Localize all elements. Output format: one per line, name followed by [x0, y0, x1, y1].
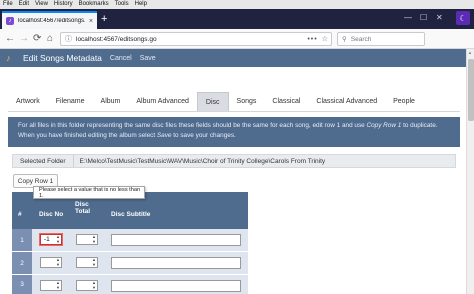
stepper-arrows-icon[interactable]: ▲ ▼	[56, 280, 60, 290]
scroll-up-icon[interactable]: ▲	[468, 50, 472, 55]
tab-artwork[interactable]: Artwork	[8, 92, 48, 111]
search-placeholder: Search	[350, 35, 372, 43]
tab-classical[interactable]: Classical	[264, 92, 308, 111]
url-bar[interactable]: ⓘ localhost:4567/editsongs.go ••• ☆	[60, 32, 332, 46]
row-number: 1	[12, 229, 32, 251]
app-logo-icon: ♪	[6, 52, 11, 63]
search-box[interactable]: ⚲ Search	[337, 32, 425, 46]
row-number: 3	[12, 275, 32, 294]
menu-help[interactable]: Help	[135, 0, 147, 9]
disc-no-stepper[interactable]: -1 ▲ ▼	[40, 234, 62, 245]
stepper-arrows-icon[interactable]: ▲ ▼	[56, 257, 60, 267]
col-header-disc-total: Disc Total	[75, 201, 90, 215]
row-body: ▲ ▼ ▲ ▼	[32, 275, 248, 294]
search-icon: ⚲	[342, 36, 347, 43]
info-text: to save your changes.	[171, 132, 236, 139]
col-header-disc-subtitle: Disc Subtitle	[111, 211, 151, 218]
validation-tooltip: Please select a value that is no less th…	[33, 186, 145, 199]
col-header-disc-no: Disc No	[39, 211, 64, 218]
url-text[interactable]: localhost:4567/editsongs.go	[76, 36, 303, 43]
save-button[interactable]: Save	[140, 55, 156, 62]
browser-tab-strip: ♪ localhost:4567/editsongs.go × + — ☐ ✕	[0, 9, 474, 29]
table-row: 2 ▲ ▼ ▲ ▼	[12, 252, 248, 274]
disc-total-stepper[interactable]: ▲ ▼	[76, 280, 98, 291]
tab-people[interactable]: People	[385, 92, 423, 111]
selected-folder-path: E:\Melco\TestMusic\TestMusic\WAV\Music\C…	[79, 157, 326, 165]
site-info-icon[interactable]: ⓘ	[65, 34, 72, 44]
browser-tab-title: localhost:4567/editsongs.go	[18, 18, 85, 24]
metadata-tabs: Artwork Filename Album Album Advanced Di…	[8, 92, 460, 112]
new-tab-icon[interactable]: +	[101, 12, 107, 26]
menu-bar: File Edit View History Bookmarks Tools H…	[0, 0, 474, 9]
browser-tab[interactable]: ♪ localhost:4567/editsongs.go ×	[2, 11, 97, 29]
window-minimize-icon[interactable]: —	[404, 13, 412, 22]
selected-folder-row: Selected Folder E:\Melco\TestMusic\TestM…	[12, 154, 456, 168]
row-body: ▲ ▼ ▲ ▼	[32, 252, 248, 274]
menu-bookmarks[interactable]: Bookmarks	[79, 0, 109, 9]
stepper-arrows-icon[interactable]: ▲ ▼	[56, 234, 60, 244]
menu-tools[interactable]: Tools	[115, 0, 129, 9]
menu-edit[interactable]: Edit	[19, 0, 29, 9]
tab-disc[interactable]: Disc	[196, 92, 229, 111]
selected-folder-label: Selected Folder	[13, 155, 74, 167]
page-actions-icon[interactable]: •••	[307, 36, 317, 43]
cancel-button[interactable]: Cancel	[110, 55, 132, 62]
disc-subtitle-input[interactable]	[111, 257, 241, 269]
home-icon[interactable]: ⌂	[47, 32, 53, 46]
scrollbar-thumb[interactable]	[468, 59, 474, 121]
forward-icon[interactable]: →	[19, 32, 29, 46]
tab-classical-advanced[interactable]: Classical Advanced	[308, 92, 385, 111]
tab-album-advanced[interactable]: Album Advanced	[128, 92, 197, 111]
page-content: Artwork Filename Album Album Advanced Di…	[0, 67, 466, 294]
disc-table: # Disc No Disc Total Disc Subtitle 1 -1 …	[12, 192, 248, 294]
info-text: When you have finished editing the album…	[18, 132, 157, 139]
extension-icon[interactable]: ☾	[456, 11, 470, 25]
menu-file[interactable]: File	[3, 0, 13, 9]
col-header-disc-total-line2: Total	[75, 208, 91, 215]
disc-no-value: -1	[44, 236, 50, 243]
disc-subtitle-input[interactable]	[111, 234, 241, 246]
page-title: Edit Songs Metadata	[23, 53, 102, 63]
app-header: ♪ Edit Songs Metadata Cancel Save	[0, 49, 466, 67]
tab-close-icon[interactable]: ×	[89, 18, 97, 25]
back-icon[interactable]: ←	[5, 32, 15, 46]
info-message: For all files in this folder representin…	[8, 117, 460, 147]
stepper-arrows-icon[interactable]: ▲ ▼	[92, 257, 96, 267]
disc-no-stepper[interactable]: ▲ ▼	[40, 280, 62, 291]
tab-album[interactable]: Album	[93, 92, 129, 111]
info-text: to duplicate.	[401, 122, 438, 129]
window-maximize-icon[interactable]: ☐	[420, 13, 427, 22]
page-scrollbar[interactable]: ▲	[466, 49, 474, 294]
stepper-arrows-icon[interactable]: ▲ ▼	[92, 234, 96, 244]
info-text: For all files in this folder representin…	[18, 122, 367, 129]
stepper-arrows-icon[interactable]: ▲ ▼	[92, 280, 96, 290]
window-close-icon[interactable]: ✕	[436, 13, 443, 22]
tab-songs[interactable]: Songs	[229, 92, 265, 111]
info-copy-row-ref: Copy Row 1	[366, 122, 402, 129]
menu-view[interactable]: View	[35, 0, 48, 9]
col-header-number: #	[18, 211, 22, 218]
bookmark-star-icon[interactable]: ☆	[322, 35, 331, 43]
table-row: 1 -1 ▲ ▼ ▲ ▼	[12, 229, 248, 251]
disc-total-stepper[interactable]: ▲ ▼	[76, 257, 98, 268]
row-number: 2	[12, 252, 32, 274]
site-favicon-icon: ♪	[6, 17, 14, 25]
row-body: -1 ▲ ▼ ▲ ▼	[32, 229, 248, 251]
disc-total-stepper[interactable]: ▲ ▼	[76, 234, 98, 245]
col-header-disc-total-line1: Disc	[75, 201, 89, 208]
table-row: 3 ▲ ▼ ▲ ▼	[12, 275, 248, 294]
disc-subtitle-input[interactable]	[111, 280, 241, 292]
menu-history[interactable]: History	[54, 0, 73, 9]
tab-filename[interactable]: Filename	[48, 92, 93, 111]
reload-icon[interactable]: ⟳	[33, 32, 41, 46]
disc-no-stepper[interactable]: ▲ ▼	[40, 257, 62, 268]
info-save-ref: Save	[156, 132, 172, 139]
navigation-bar: ← → ⟳ ⌂ ⓘ localhost:4567/editsongs.go ••…	[0, 29, 474, 49]
